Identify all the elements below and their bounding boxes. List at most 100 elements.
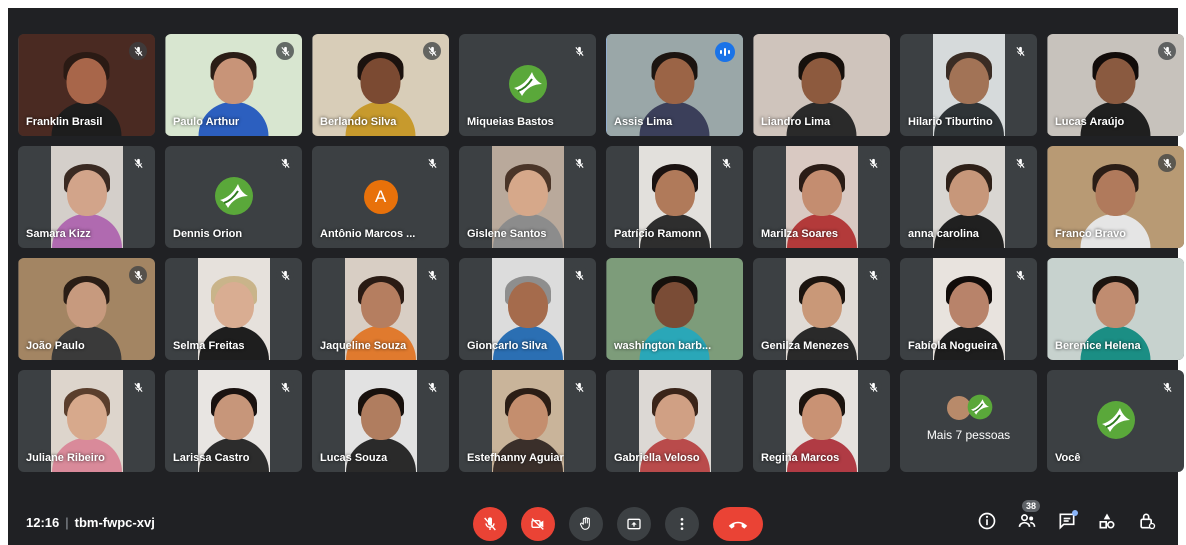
end-call-icon: [728, 521, 748, 529]
mic-off-icon: [484, 517, 496, 531]
participant-tile[interactable]: Lucas Araújo: [1047, 34, 1184, 136]
meeting-details-button[interactable]: [976, 510, 998, 532]
mic-toggle-button[interactable]: [473, 507, 507, 541]
participant-tile[interactable]: Paulo Arthur: [165, 34, 302, 136]
mic-off-icon: [570, 154, 588, 172]
participant-tile[interactable]: Estefhanny Aguiar: [459, 370, 596, 472]
participant-tile[interactable]: Berlando Silva: [312, 34, 449, 136]
mic-off-icon: [423, 154, 441, 172]
participant-name: Juliane Ribeiro: [26, 452, 105, 464]
participant-tile[interactable]: Berenice Helena: [1047, 258, 1184, 360]
mic-off-icon: [864, 266, 882, 284]
participant-tile[interactable]: Samara Kizz: [18, 146, 155, 248]
chat-button[interactable]: [1056, 510, 1078, 532]
mic-off-icon: [129, 378, 147, 396]
leave-call-button[interactable]: [713, 507, 763, 541]
participant-name: Gislene Santos: [467, 228, 547, 240]
mic-off-icon: [1011, 266, 1029, 284]
participant-tile[interactable]: Gabriella Veloso: [606, 370, 743, 472]
mic-off-icon: [1158, 378, 1176, 396]
more-participants-label: Mais 7 pessoas: [926, 428, 1011, 442]
participant-name: Berenice Helena: [1055, 340, 1141, 352]
mic-off-icon: [423, 266, 441, 284]
more-options-button[interactable]: [665, 507, 699, 541]
meeting-code: tbm-fwpc-xvj: [74, 515, 155, 530]
participant-name: Genilza Menezes: [761, 340, 850, 352]
mic-off-icon: [276, 266, 294, 284]
participant-tile[interactable]: Genilza Menezes: [753, 258, 890, 360]
participant-tile[interactable]: washington barb...: [606, 258, 743, 360]
participant-name: Estefhanny Aguiar: [467, 452, 564, 464]
meet-window: Franklin Brasil Paulo Arthur Berlando Silv…: [8, 8, 1184, 545]
participant-name: Liandro Lima: [761, 116, 831, 128]
participant-tile[interactable]: Dennis Orion: [165, 146, 302, 248]
camera-toggle-button[interactable]: [521, 507, 555, 541]
participant-name: Paulo Arthur: [173, 116, 240, 128]
participant-tile[interactable]: anna carolina: [900, 146, 1037, 248]
mic-off-icon: [129, 266, 147, 284]
participant-name: João Paulo: [26, 340, 85, 352]
participant-tile[interactable]: Liandro Lima: [753, 34, 890, 136]
participant-name: Antônio Marcos ...: [320, 228, 416, 240]
participant-name: Berlando Silva: [320, 116, 397, 128]
participant-name: Hilario Tiburtino: [908, 116, 993, 128]
participant-tile[interactable]: A Antônio Marcos ...: [312, 146, 449, 248]
participant-tile[interactable]: Selma Freitas: [165, 258, 302, 360]
participant-name: Regina Marcos: [761, 452, 840, 464]
chat-notification-dot: [1072, 510, 1078, 516]
participant-tile[interactable]: Assis Lima: [606, 34, 743, 136]
participant-name: Jaqueline Souza: [320, 340, 407, 352]
bottom-toolbar: 12:16 | tbm-fwpc-xvj 38: [18, 500, 1168, 544]
host-controls-icon: [1140, 513, 1156, 530]
participant-tile[interactable]: Franklin Brasil: [18, 34, 155, 136]
people-count-badge: 38: [1022, 500, 1041, 512]
participant-tile[interactable]: Gislene Santos: [459, 146, 596, 248]
participant-tile[interactable]: Mais 7 pessoas: [900, 370, 1037, 472]
participant-tile[interactable]: Larissa Castro: [165, 370, 302, 472]
people-button[interactable]: 38: [1016, 500, 1041, 532]
participant-tile[interactable]: Gioncarlo Silva: [459, 258, 596, 360]
participant-tile[interactable]: Franco Bravo: [1047, 146, 1184, 248]
mic-off-icon: [570, 42, 588, 60]
camera-off-icon: [531, 518, 544, 530]
participant-tile[interactable]: João Paulo: [18, 258, 155, 360]
mic-off-icon: [570, 378, 588, 396]
mic-off-icon: [1158, 42, 1176, 60]
participant-tile[interactable]: Fabíola Nogueira: [900, 258, 1037, 360]
participant-name: Gioncarlo Silva: [467, 340, 548, 352]
activities-button[interactable]: [1096, 510, 1118, 532]
mic-off-icon: [717, 154, 735, 172]
side-panel-buttons: 38: [976, 500, 1158, 532]
profile-logo-icon: [214, 176, 254, 221]
participant-name: Selma Freitas: [173, 340, 245, 352]
mic-off-icon: [1158, 154, 1176, 172]
participant-name: Marilza Soares: [761, 228, 839, 240]
participant-tile[interactable]: Patrício Ramonn: [606, 146, 743, 248]
mic-off-icon: [864, 378, 882, 396]
more-participants-avatars: [944, 394, 993, 425]
mic-off-icon: [570, 266, 588, 284]
participant-tile[interactable]: Você: [1047, 370, 1184, 472]
present-button[interactable]: [617, 507, 651, 541]
mic-off-icon: [423, 42, 441, 60]
participant-name: Lucas Souza: [320, 452, 388, 464]
participant-tile[interactable]: Regina Marcos: [753, 370, 890, 472]
participant-name: Fabíola Nogueira: [908, 340, 998, 352]
participant-name: Gabriella Veloso: [614, 452, 700, 464]
host-controls-button[interactable]: [1136, 510, 1158, 532]
activities-icon: [1099, 513, 1115, 529]
profile-logo-icon: [1096, 400, 1136, 445]
participant-name: Franco Bravo: [1055, 228, 1126, 240]
participant-tile[interactable]: Marilza Soares: [753, 146, 890, 248]
participant-name: Franklin Brasil: [26, 116, 103, 128]
participant-tile[interactable]: Miqueias Bastos: [459, 34, 596, 136]
raise-hand-icon: [580, 517, 590, 530]
participant-name: Dennis Orion: [173, 228, 243, 240]
participant-tile[interactable]: Hilario Tiburtino: [900, 34, 1037, 136]
participant-tile[interactable]: Lucas Souza: [312, 370, 449, 472]
mic-off-icon: [1011, 42, 1029, 60]
participant-name: Miqueias Bastos: [467, 116, 554, 128]
participant-tile[interactable]: Jaqueline Souza: [312, 258, 449, 360]
raise-hand-button[interactable]: [569, 507, 603, 541]
participant-tile[interactable]: Juliane Ribeiro: [18, 370, 155, 472]
